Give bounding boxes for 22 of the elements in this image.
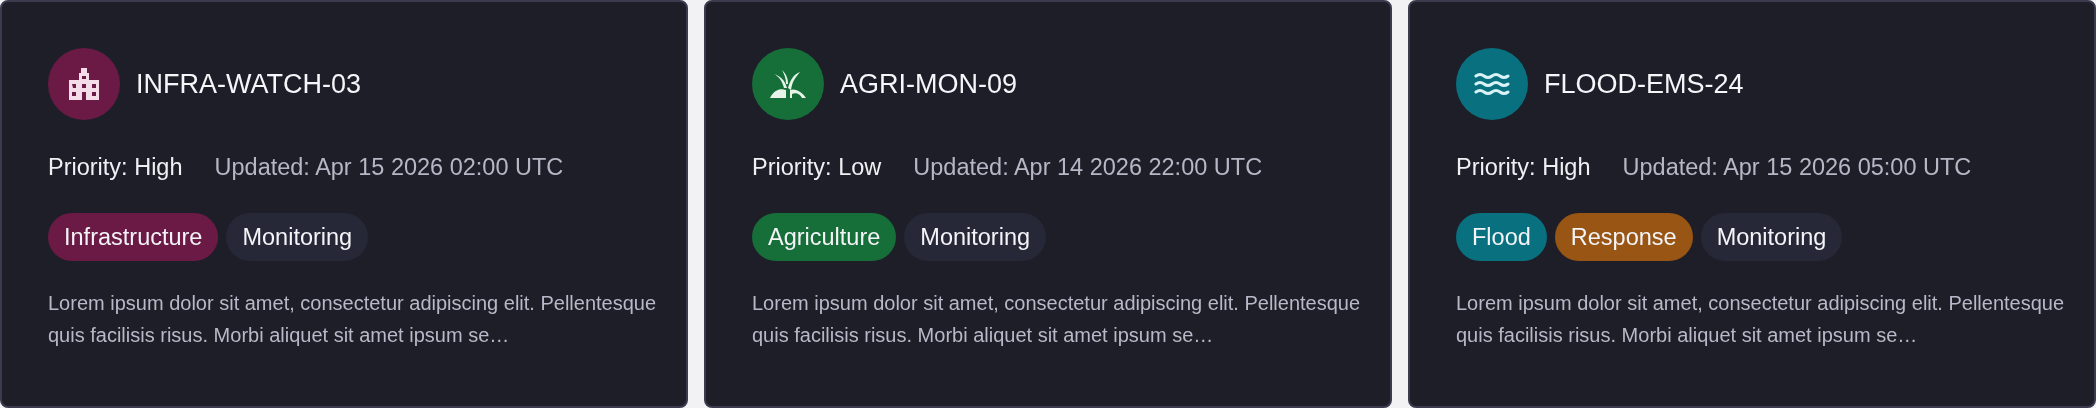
priority-label: Priority: High [1456,154,1591,181]
tag: Response [1554,213,1693,261]
sprout-icon [770,70,806,98]
priority-label: Priority: High [48,154,183,181]
card-description: Lorem ipsum dolor sit amet, consectetur adipiscing elit. Pellentesque quis facilisis risus. Morbi aliquet sit amet ipsum se… [1456,291,2066,348]
tag: Monitoring [1700,213,1843,261]
card-description: Lorem ipsum dolor sit amet, consectetur adipiscing elit. Pellentesque quis facilisis risus. Morbi aliquet sit amet ipsum se… [48,291,658,348]
tag: Monitoring [226,213,369,261]
priority-label: Priority: Low [752,154,882,181]
card-description: Lorem ipsum dolor sit amet, consectetur adipiscing elit. Pellentesque quis facilisis risus. Morbi aliquet sit amet ipsum se… [752,291,1362,348]
card-title: INFRA-WATCH-03 [136,68,361,100]
tag: Agriculture [752,213,897,261]
card-title: AGRI-MON-09 [840,68,1018,100]
waves-icon [1474,72,1510,96]
updated-timestamp: Updated: Apr 14 2026 22:00 UTC [913,154,1263,181]
card-title: FLOOD-EMS-24 [1544,68,1744,100]
building-icon [69,68,99,100]
tag: Monitoring [904,213,1047,261]
tag: Infrastructure [48,213,219,261]
tag: Flood [1456,213,1547,261]
updated-timestamp: Updated: Apr 15 2026 02:00 UTC [214,154,564,181]
updated-timestamp: Updated: Apr 15 2026 05:00 UTC [1622,154,1972,181]
